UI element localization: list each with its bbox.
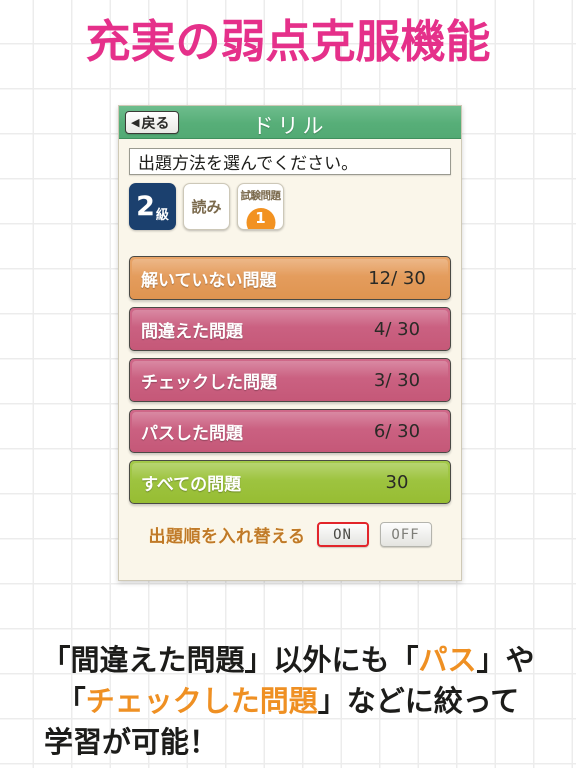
row-label: チェックした問題	[141, 372, 277, 393]
badge-row: 2 級 読み 試験問題 1	[129, 183, 461, 230]
row-count: 30	[385, 471, 409, 493]
list-item[interactable]: すべての問題 30	[129, 460, 451, 504]
caption-line-2-part-a: 「	[56, 684, 86, 719]
prompt-text: 出題方法を選んでください。	[138, 154, 359, 174]
exam-question-count: 1	[246, 208, 275, 229]
caption-line-1: 「間違えた問題」以外にも「パス」や	[0, 640, 576, 681]
shuffle-on-button[interactable]: ON	[316, 522, 369, 547]
caption-line-2-part-b: 」などに絞って	[317, 684, 520, 719]
row-label: パスした問題	[141, 423, 243, 444]
exam-question-badge[interactable]: 試験問題 1	[237, 183, 284, 230]
caption-line-1-highlight: パス	[418, 643, 477, 677]
caption-line-2-highlight: チェックした問題	[85, 684, 318, 719]
grade-suffix: 級	[155, 208, 169, 223]
row-label: 間違えた問題	[141, 321, 243, 342]
reading-mode-label: 読み	[191, 198, 222, 216]
shuffle-off-button[interactable]: OFF	[379, 522, 432, 547]
nav-title: ドリル	[252, 114, 328, 138]
row-label: 解いていない問題	[141, 270, 277, 291]
list-item[interactable]: パスした問題 6/ 30	[129, 409, 451, 453]
row-count: 3/ 30	[373, 369, 421, 391]
app-screenshot-panel: ◀ 戻る ドリル 出題方法を選んでください。 2 級 読み 試験問題 1 解いて…	[118, 105, 462, 581]
grade-number: 2	[136, 191, 155, 222]
caption-line-2: 「チェックした問題」などに絞って	[0, 681, 576, 722]
row-count: 6/ 30	[373, 420, 421, 442]
caption-line-3: 学習が可能！	[44, 725, 219, 760]
row-label: すべての問題	[141, 474, 242, 495]
row-count: 12/ 30	[368, 267, 426, 289]
caption-line-1-part-b: 」や	[476, 643, 535, 677]
row-count: 4/ 30	[373, 318, 421, 340]
prompt-bar: 出題方法を選んでください。	[129, 148, 451, 175]
shuffle-order-control: 出題順を入れ替える ON OFF	[119, 522, 461, 547]
page-title: 充実の弱点克服機能	[85, 15, 491, 68]
list-item[interactable]: 解いていない問題 12/ 30	[129, 256, 451, 300]
list-item[interactable]: 間違えた問題 4/ 30	[129, 307, 451, 351]
list-item[interactable]: チェックした問題 3/ 30	[129, 358, 451, 402]
caption: 「間違えた問題」以外にも「パス」や 「チェックした問題」などに絞って 学習が可能…	[0, 640, 576, 764]
shuffle-order-label: 出題順を入れ替える	[148, 527, 306, 547]
exam-question-label: 試験問題	[240, 190, 282, 202]
nav-bar: ◀ 戻る ドリル	[119, 106, 461, 139]
caption-line-1-part-a: 「間違えた問題」以外にも「	[41, 643, 419, 677]
grade-badge[interactable]: 2 級	[129, 183, 176, 230]
reading-mode-badge[interactable]: 読み	[183, 183, 230, 230]
question-filter-list: 解いていない問題 12/ 30 間違えた問題 4/ 30 チェックした問題 3/…	[129, 256, 451, 504]
